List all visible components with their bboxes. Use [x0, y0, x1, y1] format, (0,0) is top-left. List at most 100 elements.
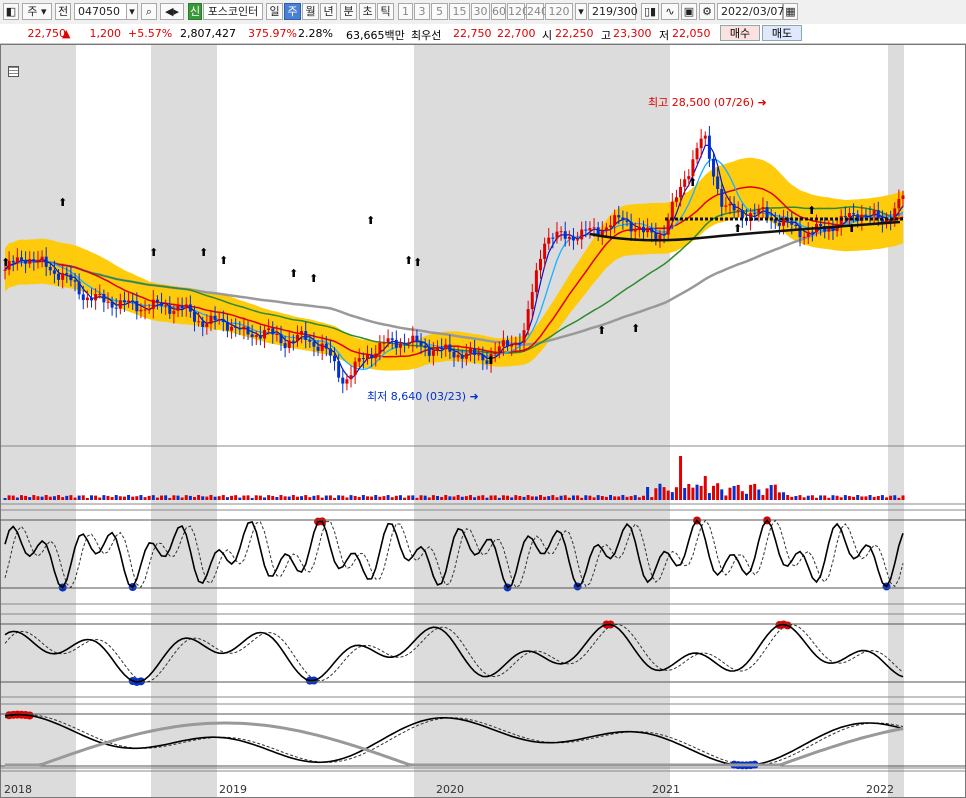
high-price: 23,300	[613, 27, 652, 40]
market-select[interactable]: 주 ▾	[22, 3, 52, 20]
volume-bar	[880, 495, 884, 500]
speaker-icon[interactable]: ◀▸	[160, 3, 184, 20]
interval-1[interactable]: 3	[414, 3, 430, 20]
period-2[interactable]: 월	[302, 3, 319, 20]
volume-bar	[798, 495, 802, 500]
interval-0[interactable]: 1	[398, 3, 413, 20]
period-4[interactable]: 분	[340, 3, 357, 20]
candle-body	[279, 333, 283, 344]
candle-body	[151, 299, 155, 310]
volume-bar	[468, 495, 472, 500]
candle-body	[250, 334, 254, 337]
candle-body	[127, 300, 131, 303]
candle-body	[588, 228, 592, 231]
volume-bar	[390, 497, 394, 500]
candle-body	[44, 256, 48, 267]
period-5[interactable]: 초	[359, 3, 376, 20]
volume-bar	[32, 495, 36, 500]
candle-body	[868, 215, 872, 217]
gear-icon[interactable]: ⚙	[699, 3, 715, 20]
candle-body	[407, 342, 411, 344]
candle-body	[530, 292, 534, 310]
volume-bar	[316, 495, 320, 500]
candle-body	[563, 231, 567, 239]
candle-body	[357, 358, 361, 362]
candle-body	[213, 315, 217, 321]
volume-bar	[324, 495, 328, 500]
buy-button[interactable]: 매수	[720, 25, 760, 41]
sell-button[interactable]: 매도	[762, 25, 802, 41]
chevron-down-icon[interactable]: ▾	[126, 3, 138, 20]
volume-bar	[398, 495, 402, 500]
interval-6[interactable]: 120	[507, 3, 529, 20]
candle-body	[477, 354, 481, 356]
volume-bar	[337, 495, 341, 500]
volume-bar	[843, 495, 847, 500]
candle-body	[184, 304, 188, 309]
interval-5[interactable]: 60	[491, 3, 506, 20]
interval-chevron-icon[interactable]: ▾	[575, 3, 587, 20]
volume-bar	[246, 495, 250, 500]
buy-signal-arrow-9: ⬆	[413, 256, 422, 269]
candle-body	[514, 342, 518, 345]
volume-bar	[341, 495, 345, 500]
candle-body	[403, 343, 407, 345]
volume-bar	[250, 497, 254, 500]
interval-2[interactable]: 5	[431, 3, 448, 20]
window-icon[interactable]: ◧	[3, 3, 19, 20]
period-0[interactable]: 일	[266, 3, 283, 20]
candle-body	[473, 348, 477, 355]
buy-signal-arrow-5: ⬆	[289, 267, 298, 280]
chart-menu-icon[interactable]	[8, 66, 19, 77]
volume-bar	[679, 456, 683, 500]
period-1[interactable]: 주	[284, 3, 301, 20]
candle-body	[440, 347, 444, 350]
candle-body	[209, 315, 213, 324]
stock-name: 포스코인터	[203, 3, 263, 20]
candle-body	[506, 340, 510, 347]
candle-body	[695, 148, 699, 160]
volume-bar	[127, 495, 131, 500]
interval-8[interactable]: 120	[545, 3, 573, 20]
high-label: 고	[601, 29, 612, 42]
candle-body	[510, 344, 514, 347]
candle-body	[761, 207, 765, 210]
save-icon[interactable]: ▣	[681, 3, 697, 20]
code-type[interactable]: 전	[55, 3, 71, 20]
x-tick-2018: 2018	[4, 783, 32, 796]
zoom-icon[interactable]: ∿	[661, 3, 679, 20]
volume-bar	[205, 496, 209, 500]
volume-bar	[374, 495, 378, 500]
volume-bar	[114, 495, 118, 500]
calendar-icon[interactable]: ▦	[783, 3, 798, 20]
volume-bar	[238, 497, 242, 500]
candle-icon[interactable]: ▯▮	[641, 3, 659, 20]
interval-4[interactable]: 30	[471, 3, 490, 20]
candle-body	[341, 377, 345, 384]
stock-chart[interactable]: ⬆⬆⬆ ⬆⬆⬆ ⬆⬆⬆ ⬆⬆⬆ ⬆⬆⬆⬆⬆	[0, 44, 966, 798]
period-6[interactable]: 틱	[377, 3, 394, 20]
volume-bar	[118, 496, 122, 500]
candle-body	[172, 310, 176, 314]
candle-body	[876, 210, 880, 219]
volume-bar	[473, 497, 477, 500]
date-input[interactable]: 2022/03/07	[717, 3, 784, 20]
volume-bar	[460, 496, 464, 500]
period-3[interactable]: 년	[320, 3, 337, 20]
low-annotation: 최저 8,640 (03/23) ➜	[367, 390, 479, 403]
search-icon[interactable]: ⌕	[141, 3, 157, 20]
volume-bar	[147, 495, 151, 500]
candle-body	[122, 300, 126, 303]
code-value: 047050	[78, 5, 120, 18]
volume-bar	[85, 497, 89, 500]
count-display[interactable]: 219/300	[588, 3, 638, 20]
volume-bar	[221, 495, 225, 500]
interval-3[interactable]: 15	[449, 3, 470, 20]
volume-bar	[617, 496, 621, 500]
interval-7[interactable]: 240	[526, 3, 548, 20]
candle-body	[448, 344, 452, 352]
volume-bar	[530, 496, 534, 500]
toolbar: ◧ 주 ▾ 전 047050 ▾ ⌕ ◀▸ 신 포스코인터 일주월년분초틱 13…	[0, 0, 966, 25]
candle-body	[427, 347, 431, 356]
volume-bar	[180, 497, 184, 500]
